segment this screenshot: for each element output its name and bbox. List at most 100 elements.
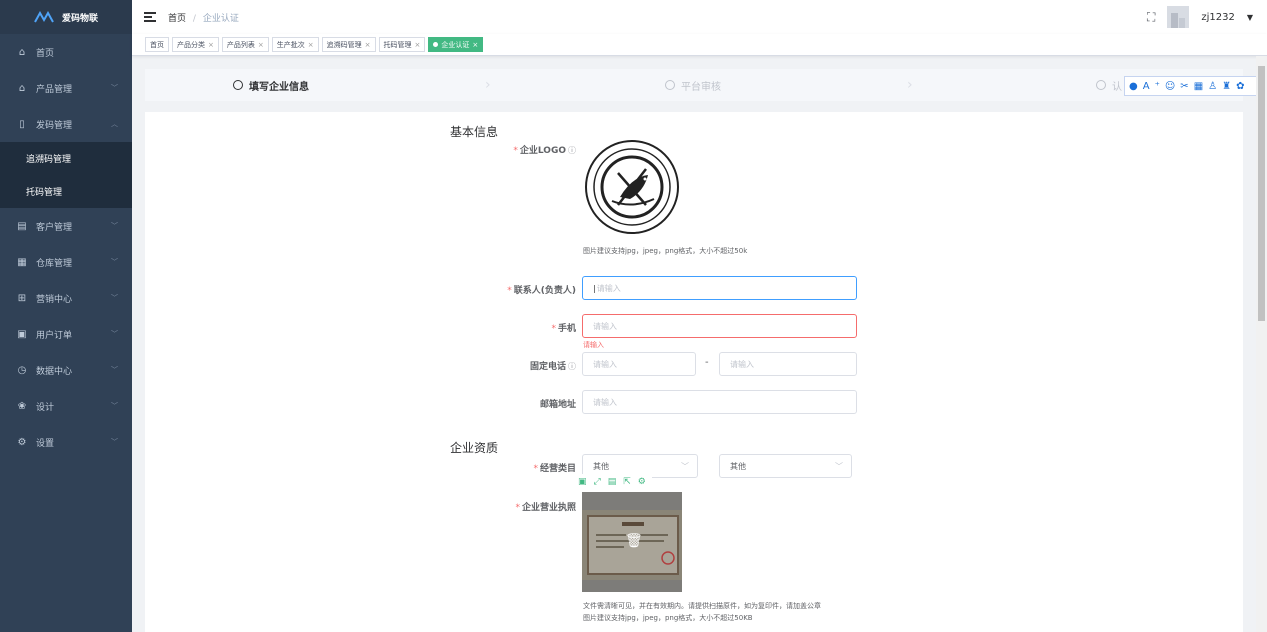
tel-area-input[interactable]: 请输入 — [582, 352, 696, 376]
chevron-right-icon: › — [907, 77, 913, 93]
font-icon[interactable]: A — [1143, 81, 1150, 92]
tag-home[interactable]: 首页 — [145, 37, 169, 52]
info-icon[interactable]: ⓘ — [568, 146, 576, 155]
chevron-down-icon: ﹀ — [111, 438, 118, 446]
step-fill-info: 填写企业信息 — [233, 69, 309, 101]
expand-icon[interactable]: ⤢ — [594, 477, 601, 487]
sparkle-icon[interactable]: ⁺ — [1155, 81, 1160, 92]
user-circle-icon[interactable]: ● — [1129, 81, 1138, 92]
chevron-down-icon: ﹀ — [681, 462, 689, 471]
logo-image[interactable] — [584, 139, 680, 235]
tag-product-list[interactable]: 产品列表 × — [221, 37, 269, 52]
chevron-down-icon: ﹀ — [111, 294, 118, 302]
scrollbar-thumb[interactable] — [1258, 66, 1265, 321]
phone-error: 请输入 — [583, 341, 604, 349]
scissors-icon[interactable]: ✂ — [1180, 81, 1188, 92]
chevron-right-icon: › — [485, 77, 491, 93]
shirt-icon[interactable]: ♜ — [1222, 81, 1231, 92]
tag-enterprise-cert[interactable]: 企业认证 × — [428, 37, 484, 52]
crop-icon[interactable]: ▣ — [578, 477, 587, 487]
required-mark: * — [551, 324, 556, 334]
close-icon[interactable]: × — [415, 41, 421, 49]
close-icon[interactable]: × — [308, 41, 314, 49]
gear-icon: ⚙ — [17, 436, 27, 448]
tel-label: 固定电话 ⓘ — [529, 362, 576, 372]
person-icon[interactable]: ♙ — [1208, 81, 1217, 92]
tags-view: 首页 产品分类 × 产品列表 × 生产批次 × 追溯码管理 × 托码管理 × 企业认证 × — [132, 34, 1267, 56]
close-icon[interactable]: × — [365, 41, 371, 49]
chevron-down-icon: ﹀ — [835, 462, 843, 471]
sidebar-item-home[interactable]: ⌂ 首页 — [0, 34, 132, 70]
close-icon[interactable]: × — [472, 41, 478, 49]
tag-label: 产品列表 — [226, 40, 255, 49]
sidebar-subitem-pallet-code[interactable]: 托码管理 — [0, 175, 132, 208]
breadcrumb-separator: / — [192, 13, 196, 24]
username[interactable]: zj1232 — [1201, 12, 1234, 23]
phone-input[interactable]: 请输入 — [582, 314, 857, 338]
brand[interactable]: 爱码物联 — [0, 0, 132, 34]
required-mark: * — [513, 146, 518, 156]
close-icon[interactable]: × — [258, 41, 264, 49]
tag-label: 托码管理 — [383, 40, 412, 49]
trash-icon[interactable]: 🗑 — [625, 533, 643, 549]
chevron-down-icon: ﹀ — [111, 84, 118, 92]
save-icon[interactable]: ▤ — [608, 477, 617, 487]
sidebar-item-label: 仓库管理 — [36, 258, 73, 269]
section-title-qualification: 企业资质 — [450, 441, 499, 455]
sidebar-item-products[interactable]: ⌂ 产品管理 ﹀ — [0, 70, 132, 106]
sidebar-subitem-trace-code[interactable]: 追溯码管理 — [0, 142, 132, 175]
sidebar-item-marketing[interactable]: ⊞ 营销中心 ﹀ — [0, 280, 132, 316]
tag-label: 追溯码管理 — [326, 40, 362, 49]
tag-production-batch[interactable]: 生产批次 × — [271, 37, 319, 52]
sidebar: 爱码物联 ⌂ 首页 ⌂ 产品管理 ﹀ ▯ 发码管理 ︿ 追溯码管理 托码管理 ▤… — [0, 0, 132, 632]
sidebar-item-data-center[interactable]: ◷ 数据中心 ﹀ — [0, 352, 132, 388]
sidebar-item-orders[interactable]: ▣ 用户订单 ﹀ — [0, 316, 132, 352]
phone-label: * 手机 — [551, 324, 576, 334]
license-image[interactable]: 🗑 — [582, 492, 682, 592]
sidebar-item-settings[interactable]: ⚙ 设置 ﹀ — [0, 424, 132, 460]
step-label: 平台审核 — [681, 81, 721, 93]
gift-icon: ⊞ — [17, 292, 27, 304]
logo-hint: 图片建议支持jpg，jpeg，png格式，大小不超过50k — [583, 247, 748, 255]
caret-down-icon[interactable]: ▼ — [1247, 13, 1253, 22]
tag-pallet-code[interactable]: 托码管理 × — [378, 37, 426, 52]
required-mark: * — [533, 464, 538, 474]
fullscreen-icon[interactable]: ⛶ — [1147, 10, 1155, 25]
share-icon[interactable]: ⇱ — [623, 477, 631, 487]
email-label: 邮箱地址 — [539, 400, 576, 410]
info-icon[interactable]: ⓘ — [568, 362, 576, 371]
tag-label: 产品分类 — [177, 40, 205, 49]
gear-icon[interactable]: ✿ — [1236, 81, 1244, 92]
keyboard-icon[interactable]: ▦ — [1194, 81, 1203, 92]
contact-input[interactable]: | 请输入 — [582, 276, 857, 300]
step-label: 认 — [1112, 81, 1122, 93]
chevron-down-icon: ﹀ — [111, 258, 118, 266]
scrollbar[interactable] — [1256, 56, 1267, 632]
tag-product-category[interactable]: 产品分类 × — [172, 37, 219, 52]
sidebar-item-code-issue[interactable]: ▯ 发码管理 ︿ — [0, 106, 132, 142]
required-mark: * — [507, 286, 512, 296]
tag-trace-code[interactable]: 追溯码管理 × — [321, 37, 376, 52]
close-icon[interactable]: × — [208, 41, 214, 49]
biz-type-select-2[interactable]: 其他 ﹀ — [719, 454, 852, 478]
chevron-up-icon: ︿ — [111, 120, 118, 128]
step-circle-icon — [233, 80, 243, 90]
active-dot-icon — [433, 42, 439, 47]
tel-number-input[interactable]: 请输入 — [719, 352, 857, 376]
sidebar-item-customers[interactable]: ▤ 客户管理 ﹀ — [0, 208, 132, 244]
sidebar-item-design[interactable]: ❀ 设计 ﹀ — [0, 388, 132, 424]
sidebar-item-warehouse[interactable]: ▦ 仓库管理 ﹀ — [0, 244, 132, 280]
header-right: ⛶ zj1232 ▼ — [1147, 0, 1253, 34]
settings-icon[interactable]: ⚙ — [638, 477, 646, 487]
avatar[interactable] — [1167, 6, 1190, 28]
section-title-basic: 基本信息 — [450, 125, 499, 139]
sidebar-item-label: 设置 — [36, 438, 55, 449]
breadcrumb: 首页 / 企业认证 — [168, 11, 239, 24]
breadcrumb-home[interactable]: 首页 — [168, 14, 186, 24]
email-input[interactable]: 请输入 — [582, 390, 857, 414]
sidebar-item-label: 营销中心 — [36, 294, 73, 305]
license-hint-2: 图片建议支持jpg，jpeg，png格式，大小不超过50KB — [583, 614, 753, 622]
brand-name: 爱码物联 — [62, 13, 99, 24]
hamburger-icon[interactable] — [144, 12, 156, 22]
smile-icon[interactable]: ☺ — [1165, 81, 1175, 92]
